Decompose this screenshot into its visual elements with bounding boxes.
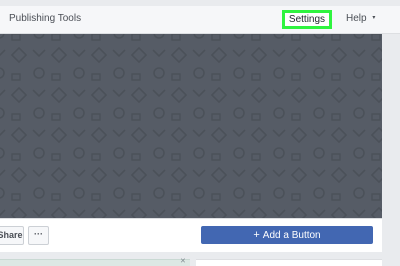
publishing-tools-link[interactable]: Publishing Tools (9, 13, 81, 24)
plus-icon: + (253, 229, 260, 241)
doodle-pattern (0, 34, 382, 218)
bottom-right-panel (196, 259, 382, 266)
page-actions-bar: Share ··· + Add a Button (0, 218, 382, 252)
bottom-left-panel (0, 259, 190, 266)
add-a-button[interactable]: + Add a Button (201, 226, 373, 244)
add-a-button-label: Add a Button (262, 230, 321, 241)
more-options-button[interactable]: ··· (28, 226, 49, 245)
page-navbar: Publishing Tools Settings Help ▾ (0, 6, 400, 34)
share-button[interactable]: Share (0, 226, 24, 245)
close-icon[interactable]: ✕ (180, 258, 186, 265)
settings-tab[interactable]: Settings (282, 10, 332, 29)
right-gutter (382, 34, 400, 266)
cover-photo[interactable] (0, 34, 382, 218)
caret-down-icon: ▾ (372, 15, 376, 21)
help-menu[interactable]: Help ▾ (346, 13, 375, 24)
help-label: Help (346, 13, 367, 24)
cover-pattern (0, 34, 382, 218)
